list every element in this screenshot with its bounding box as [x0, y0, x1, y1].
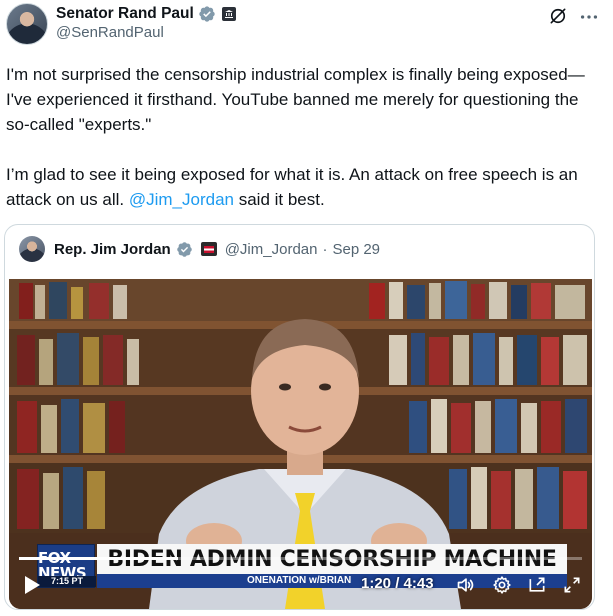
play-icon[interactable]: [23, 575, 41, 595]
tweet-paragraph-2-end: said it best.: [233, 190, 325, 209]
video-progress-fill: [19, 557, 179, 560]
tweet: Senator Rand Paul @SenRandPaul I'm not s…: [0, 0, 613, 616]
quoted-tweet-header: Rep. Jim Jordan @Jim_Jordan · Sep 29: [19, 235, 380, 263]
quoted-tweet-date[interactable]: Sep 29: [332, 241, 380, 258]
volume-icon[interactable]: [456, 575, 476, 595]
picture-in-picture-icon[interactable]: [527, 575, 547, 595]
author-handle[interactable]: @SenRandPaul: [56, 24, 164, 41]
quoted-tweet[interactable]: Rep. Jim Jordan @Jim_Jordan · Sep 29 FOX…: [4, 224, 595, 610]
author-name[interactable]: Senator Rand Paul: [56, 5, 194, 23]
author-name-row: Senator Rand Paul: [56, 4, 236, 24]
settings-icon[interactable]: [492, 575, 512, 595]
more-icon[interactable]: [578, 6, 600, 28]
affiliation-badge-icon: [200, 242, 217, 256]
video-progress-bar[interactable]: [19, 557, 582, 560]
verified-badge-icon: [199, 6, 215, 22]
quoted-author-handle[interactable]: @Jim_Jordan: [225, 241, 318, 258]
tweet-paragraph-1: I'm not surprised the censorship industr…: [6, 65, 585, 134]
mention-link[interactable]: @Jim_Jordan: [129, 190, 234, 209]
video-time-display: 1:20 / 4:43: [361, 575, 434, 592]
tweet-paragraph-2: I’m glad to see it being exposed for wha…: [6, 162, 606, 212]
quoted-author-avatar[interactable]: [19, 236, 45, 262]
video-player[interactable]: FOX NEWS 7:15 PT BIDEN ADMIN CENSORSHIP …: [9, 279, 592, 609]
grok-icon[interactable]: [548, 6, 568, 26]
tweet-text: I'm not surprised the censorship industr…: [6, 62, 606, 212]
fullscreen-icon[interactable]: [562, 575, 582, 595]
quoted-author-name[interactable]: Rep. Jim Jordan: [54, 241, 171, 258]
government-label-icon: [221, 7, 236, 21]
verified-badge-icon: [176, 241, 192, 257]
meta-separator: ·: [322, 240, 328, 258]
video-controls: 1:20 / 4:43: [9, 569, 592, 601]
author-avatar[interactable]: [6, 3, 48, 45]
